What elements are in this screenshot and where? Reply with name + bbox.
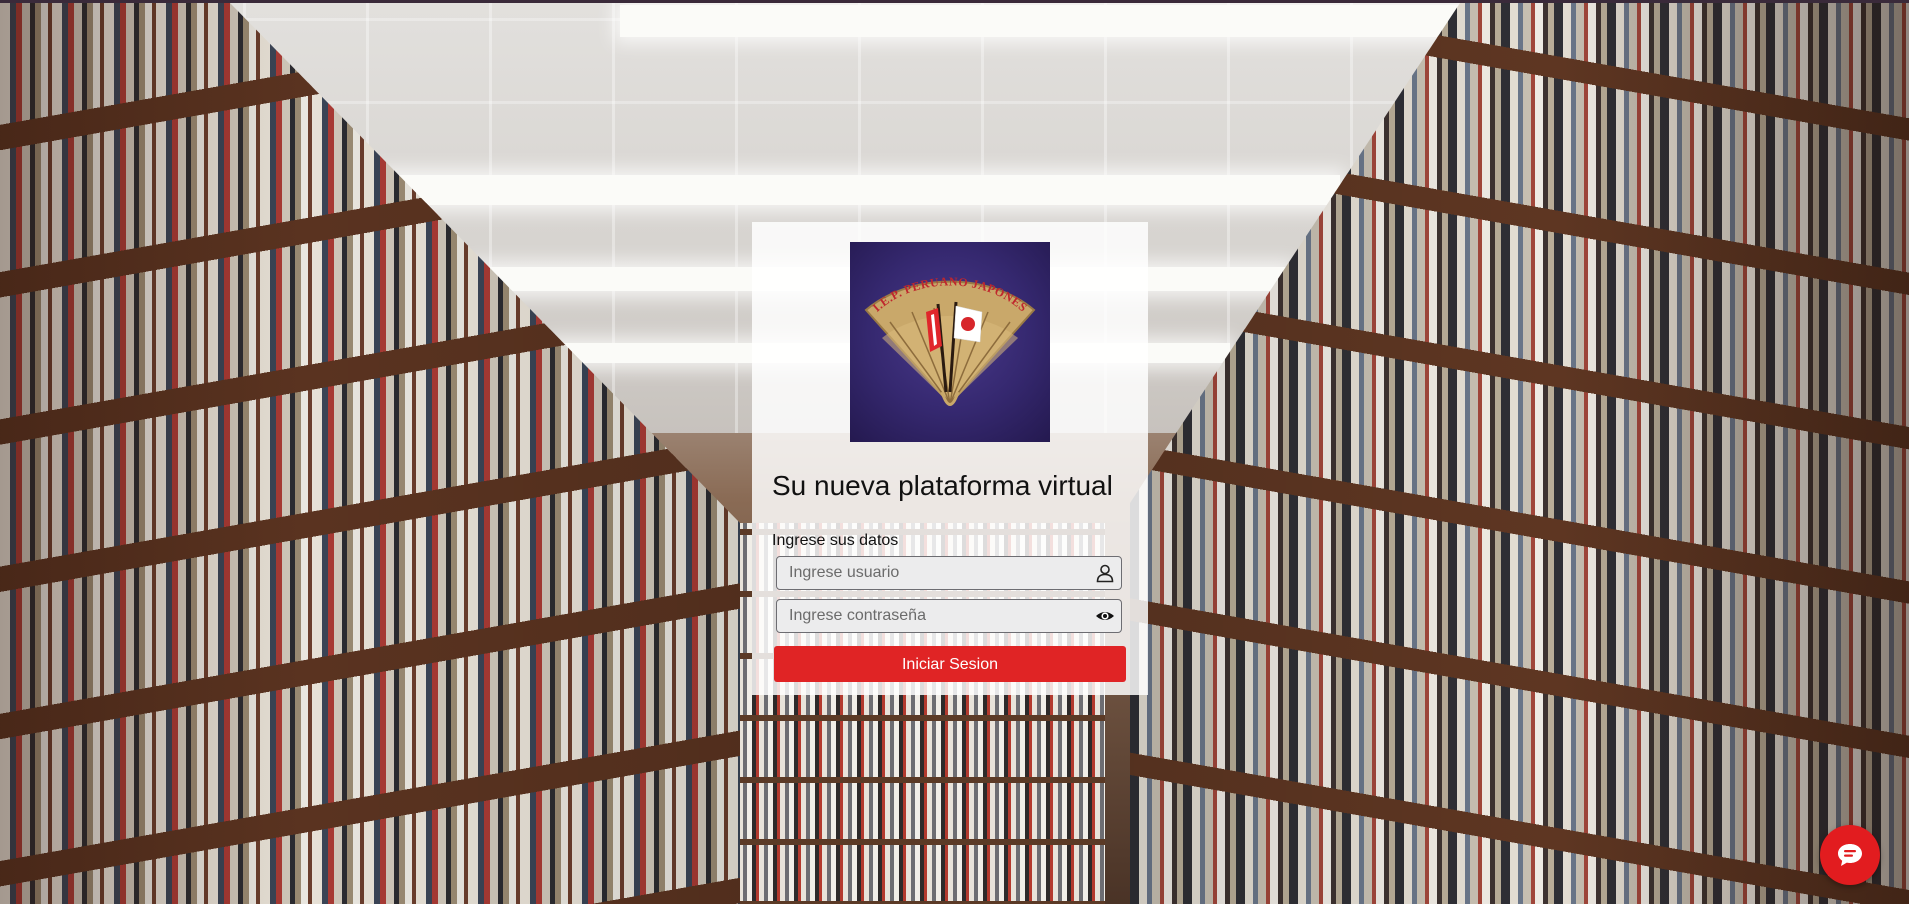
chat-bubble-icon xyxy=(1838,844,1862,866)
username-field[interactable] xyxy=(776,556,1122,590)
form-label: Ingrese sus datos xyxy=(772,532,899,549)
password-input[interactable] xyxy=(777,600,1077,632)
ceiling-light xyxy=(380,175,1340,205)
username-input[interactable] xyxy=(777,557,1077,589)
school-logo-emblem: I.E.P. PERUANO JAPONES xyxy=(864,274,1036,406)
chat-button[interactable] xyxy=(1820,825,1880,885)
school-logo: I.E.P. PERUANO JAPONES xyxy=(850,242,1050,442)
eye-icon[interactable] xyxy=(1095,606,1115,626)
page-title: Su nueva plataforma virtual xyxy=(772,470,1113,501)
user-icon xyxy=(1095,563,1115,583)
password-field[interactable] xyxy=(776,599,1122,633)
ceiling-light xyxy=(620,5,1470,37)
login-button[interactable]: Iniciar Sesion xyxy=(774,646,1126,682)
login-card: I.E.P. PERUANO JAPONES Su nueva platafor… xyxy=(752,222,1148,695)
